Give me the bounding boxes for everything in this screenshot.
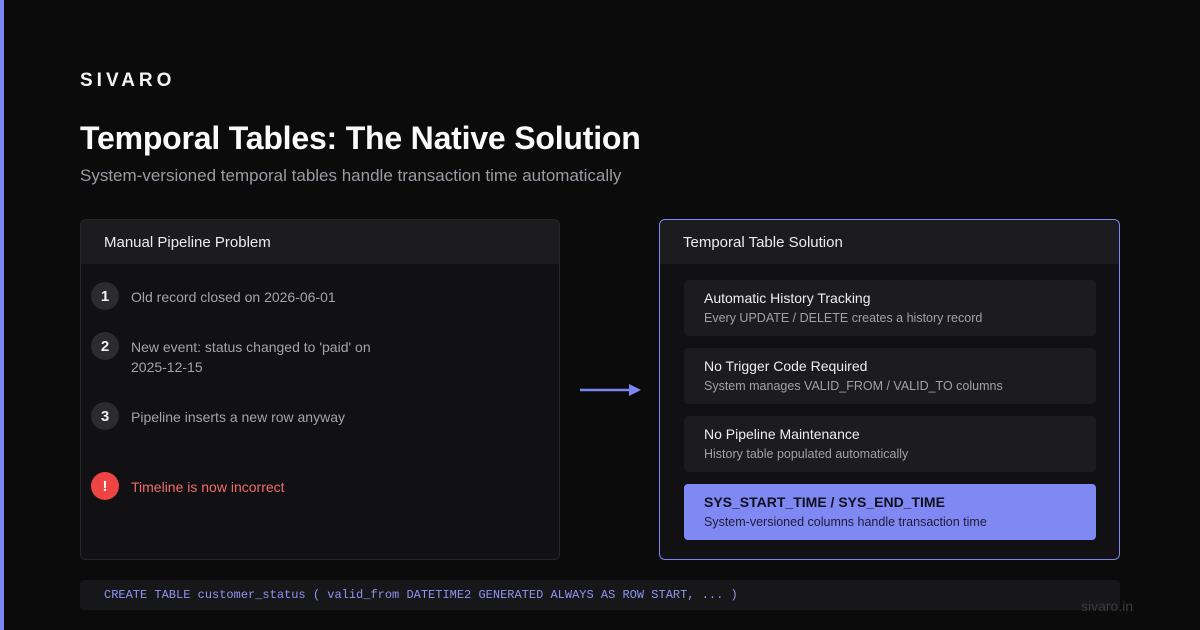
step-3: 3 Pipeline inserts a new row anyway xyxy=(91,402,451,430)
feature-card: Automatic History Tracking Every UPDATE … xyxy=(684,280,1096,336)
step-number: 1 xyxy=(91,282,119,310)
step-text: Pipeline inserts a new row anyway xyxy=(131,409,345,425)
feature-description: Every UPDATE / DELETE creates a history … xyxy=(704,311,983,325)
feature-card: No Pipeline Maintenance History table po… xyxy=(684,416,1096,472)
panel-header: Temporal Table Solution xyxy=(660,220,1119,264)
warning-text: Timeline is now incorrect xyxy=(131,479,285,495)
feature-card: No Trigger Code Required System manages … xyxy=(684,348,1096,404)
page-title: Temporal Tables: The Native Solution xyxy=(80,120,641,156)
highlighted-feature-card: SYS_START_TIME / SYS_END_TIME System-ver… xyxy=(684,484,1096,540)
step-text: Old record closed on 2026-06-01 xyxy=(131,289,336,305)
feature-title: Automatic History Tracking xyxy=(704,290,871,306)
feature-description: System-versioned columns handle transact… xyxy=(704,515,987,529)
page-subtitle: System-versioned temporal tables handle … xyxy=(80,166,622,185)
slide: SIVARO Temporal Tables: The Native Solut… xyxy=(0,0,1200,630)
warning-step: ! Timeline is now incorrect xyxy=(91,472,451,500)
brand-logo: SIVARO xyxy=(80,70,176,91)
code-snippet: CREATE TABLE customer_status ( valid_fro… xyxy=(80,580,1120,610)
watermark: sivaro.in xyxy=(1081,598,1134,614)
step-text: New event: status changed to 'paid' on 2… xyxy=(131,339,371,375)
feature-title: No Trigger Code Required xyxy=(704,358,868,374)
arrow-right-icon xyxy=(580,384,641,396)
feature-title: SYS_START_TIME / SYS_END_TIME xyxy=(704,494,945,510)
step-number: 2 xyxy=(91,332,119,360)
panel-header: Manual Pipeline Problem xyxy=(81,220,559,264)
accent-bar xyxy=(0,0,4,630)
feature-title: No Pipeline Maintenance xyxy=(704,426,860,442)
step-number: 3 xyxy=(91,402,119,430)
exclamation-icon: ! xyxy=(91,472,119,500)
feature-description: History table populated automatically xyxy=(704,447,909,461)
step-2: 2 New event: status changed to 'paid' on… xyxy=(91,332,371,377)
temporal-table-panel: Temporal Table Solution Automatic Histor… xyxy=(659,219,1120,560)
feature-description: System manages VALID_FROM / VALID_TO col… xyxy=(704,379,1003,393)
step-1: 1 Old record closed on 2026-06-01 xyxy=(91,282,451,310)
manual-pipeline-panel: Manual Pipeline Problem 1 Old record clo… xyxy=(80,219,560,560)
